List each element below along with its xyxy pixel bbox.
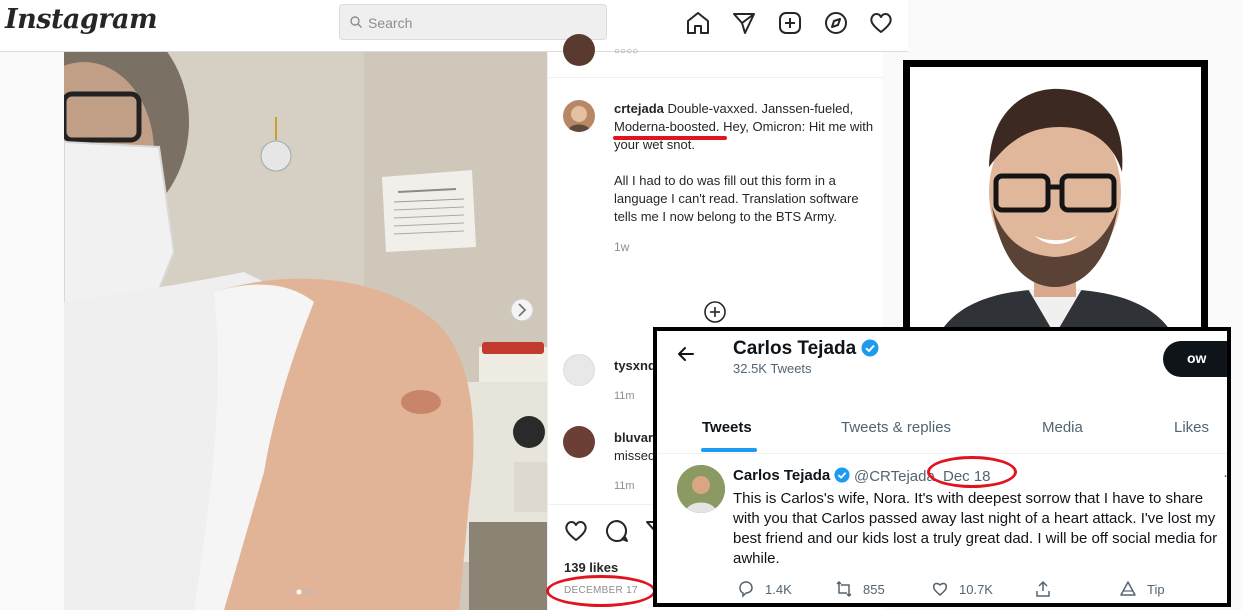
tweet-avatar[interactable] — [677, 465, 725, 513]
post-caption: crtejada Double-vaxxed. Janssen-fueled, … — [614, 100, 876, 256]
caption-avatar[interactable] — [563, 100, 595, 132]
comment-avatar[interactable] — [563, 354, 595, 386]
reply-count: 1.4K — [765, 582, 792, 597]
comment-time[interactable]: 11m — [614, 390, 635, 402]
search-icon — [350, 16, 362, 28]
divider — [548, 77, 883, 78]
load-more-comments-icon[interactable] — [703, 300, 727, 324]
tweet-body: This is Carlos's wife, Nora. It's with d… — [733, 490, 1218, 567]
truncated-text: ○○○○ — [614, 46, 639, 57]
verified-badge-icon — [861, 339, 879, 357]
new-post-icon[interactable] — [777, 10, 803, 36]
reply-icon — [739, 581, 753, 598]
verified-badge-icon — [834, 467, 850, 483]
retweet-icon — [836, 580, 852, 598]
comment-text: missed — [614, 448, 656, 463]
divider — [657, 453, 1227, 454]
caption-time[interactable]: 1w — [614, 238, 876, 256]
instagram-logo[interactable]: Instagram — [5, 4, 158, 35]
tip-icon — [1120, 581, 1136, 596]
likes-count[interactable]: 139 likes — [564, 560, 618, 575]
tab-tweets[interactable]: Tweets — [702, 419, 752, 436]
caption-username[interactable]: crtejada — [614, 101, 664, 116]
tweet-count: 32.5K Tweets — [733, 361, 812, 376]
caption-paragraph-2: All I had to do was fill out this form i… — [614, 173, 859, 224]
like-heart-icon[interactable] — [563, 518, 589, 544]
caption-highlight: Moderna-boosted — [614, 119, 716, 134]
post-photo[interactable] — [64, 52, 547, 610]
tab-tweets-replies[interactable]: Tweets & replies — [841, 419, 951, 436]
portrait-photo — [903, 60, 1208, 366]
tweet-author[interactable]: Carlos Tejada — [733, 467, 850, 484]
instagram-header: Instagram — [0, 0, 908, 52]
back-arrow-icon[interactable] — [677, 345, 695, 363]
tip-label: Tip — [1147, 582, 1165, 597]
red-underline-annotation — [613, 136, 727, 140]
comment-username[interactable]: tysxnd — [614, 358, 656, 373]
vaccination-photo — [64, 52, 547, 610]
tab-likes[interactable]: Likes — [1174, 419, 1209, 436]
profile-name-text: Carlos Tejada — [733, 338, 857, 359]
activity-icon[interactable] — [868, 10, 894, 36]
retweet-count: 855 — [863, 582, 885, 597]
follow-button[interactable]: ow — [1163, 341, 1227, 377]
comment-username[interactable]: bluvar — [614, 430, 653, 445]
like-count: 10.7K — [959, 582, 993, 597]
caption-text-1: Double-vaxxed. Janssen-fueled, — [667, 101, 854, 116]
avatar[interactable] — [563, 34, 595, 66]
comment-bubble-icon[interactable] — [604, 518, 630, 544]
explore-icon[interactable] — [823, 10, 849, 36]
profile-name: Carlos Tejada — [733, 338, 879, 360]
share-icon — [1036, 580, 1050, 597]
like-heart-icon — [932, 582, 948, 596]
comment-time[interactable]: 11m — [614, 480, 635, 492]
direct-icon[interactable] — [731, 10, 757, 36]
active-tab-indicator — [701, 448, 757, 452]
tab-media[interactable]: Media — [1042, 419, 1083, 436]
red-circle-annotation — [546, 575, 656, 607]
more-options-icon[interactable]: · — [1223, 467, 1227, 484]
home-icon[interactable] — [685, 10, 711, 36]
screenshot-composite: Instagram Search ○○○○ crtejada Double-va… — [0, 0, 1242, 610]
search-box[interactable] — [339, 4, 607, 40]
search-input[interactable] — [368, 13, 588, 33]
comment-avatar[interactable] — [563, 426, 595, 458]
red-circle-annotation — [927, 456, 1017, 488]
tweet-author-name[interactable]: Carlos Tejada — [733, 467, 830, 484]
tweet-handle[interactable]: @CRTejada — [854, 468, 935, 485]
